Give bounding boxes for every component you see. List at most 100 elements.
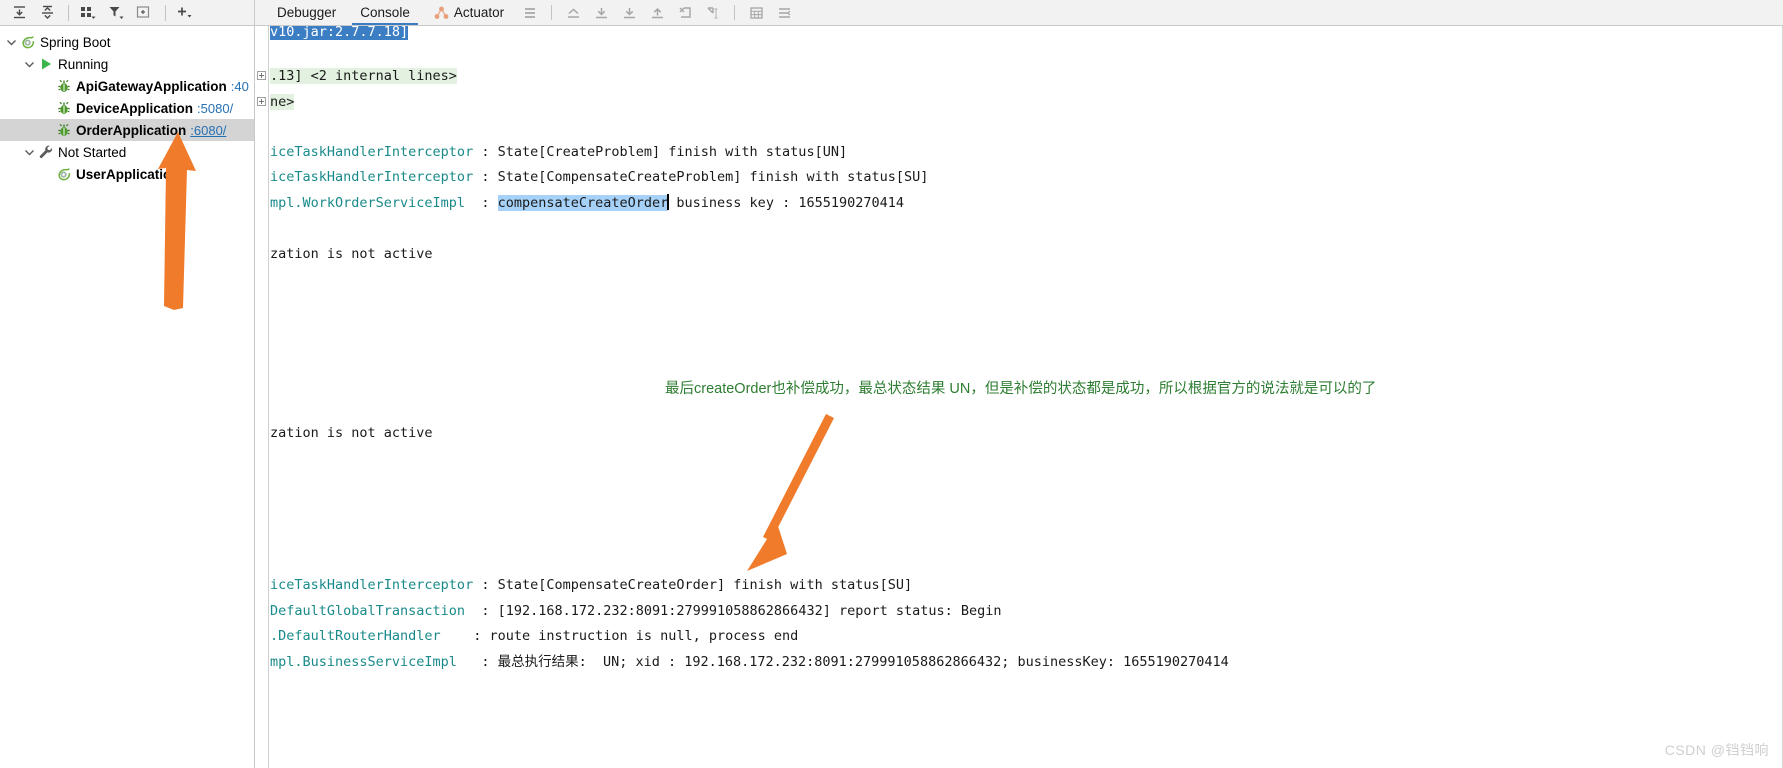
chevron-down-icon[interactable] — [4, 35, 19, 50]
console-line: v10.jar:2.7.7.18] — [270, 26, 409, 46]
step-into-icon[interactable] — [615, 0, 643, 25]
tree-item-spring-boot[interactable]: Spring Boot — [0, 31, 254, 53]
expand-all-icon[interactable] — [6, 2, 32, 24]
tree-item-label: DeviceApplication — [76, 100, 194, 116]
console-segment: mpl.BusinessServiceImpl — [270, 654, 457, 670]
console-segment: zation is not active — [270, 425, 433, 441]
services-panel: Spring Boot Running ApiGatewayApplication:… — [0, 0, 255, 768]
tree-item-userapplication[interactable]: UserApplication — [0, 163, 254, 185]
step-out-icon[interactable] — [559, 0, 587, 25]
spring-bean-icon — [55, 78, 73, 94]
tab-debugger-label: Debugger — [277, 5, 337, 20]
tree-item-orderapplication[interactable]: OrderApplication:6080/ — [0, 119, 254, 141]
spring-bean-icon — [55, 100, 73, 116]
console-line: iceTaskHandlerInterceptor : State[Compen… — [270, 573, 912, 599]
spring-bean-icon — [55, 122, 73, 138]
console-segment: : route instruction is null, process end — [440, 628, 799, 644]
console-line: zation is not active — [270, 242, 433, 268]
console-line: iceTaskHandlerInterceptor : State[Create… — [270, 140, 847, 166]
watermark: CSDN @铛铛响 — [1664, 742, 1769, 758]
console-segment: : [192.168.172.232:8091:2799910588628664… — [465, 603, 1002, 619]
console-segment: compensateCreateOrder — [497, 195, 669, 211]
console-segment: : State[CreateProblem] finish with statu… — [473, 144, 848, 160]
tab-debugger[interactable]: Debugger — [265, 0, 348, 25]
run-green-icon — [37, 56, 55, 72]
tab-console[interactable]: Console — [348, 0, 422, 25]
collapse-all-icon[interactable] — [34, 2, 60, 24]
console-line: ne> — [257, 90, 295, 116]
console-segment: v10.jar:2.7.7.18] — [270, 26, 409, 40]
run-to-cursor-icon[interactable] — [699, 0, 727, 25]
tree-item-label: Not Started — [58, 144, 127, 160]
console-segment: iceTaskHandlerInterceptor — [270, 169, 474, 185]
tree-item-apigatewayapplication[interactable]: ApiGatewayApplication :40 — [0, 75, 254, 97]
drop-frame-icon[interactable] — [671, 0, 699, 25]
console-segment: : State[CompensateCreateProblem] finish … — [473, 169, 929, 185]
tab-console-label: Console — [360, 5, 410, 20]
tree-item-not-started[interactable]: Not Started — [0, 141, 254, 163]
console-segment: iceTaskHandlerInterceptor — [270, 144, 474, 160]
console-segment: DefaultGlobalTransaction — [270, 603, 466, 619]
console-output[interactable]: v10.jar:2.7.7.18] .13] <2 internal lines>… — [255, 26, 1783, 768]
actuator-icon — [434, 5, 449, 20]
tree-item-port-link[interactable]: :6080/ — [190, 123, 226, 138]
console-segment: : — [465, 195, 498, 211]
chevron-down-icon[interactable] — [22, 145, 37, 160]
chevron-down-icon[interactable] — [22, 57, 37, 72]
force-step-into-icon[interactable] — [643, 0, 671, 25]
tree-item-label: UserApplication — [76, 166, 180, 182]
console-segment: zation is not active — [270, 246, 433, 262]
console-line: zation is not active — [270, 421, 433, 447]
tree-item-port-link[interactable]: :5080/ — [197, 101, 233, 116]
add-icon[interactable] — [172, 2, 198, 24]
console-segment: mpl.WorkOrderServiceImpl — [270, 195, 466, 211]
wrench-icon — [37, 144, 55, 160]
console-line: mpl.WorkOrderServiceImpl : compensateCre… — [270, 191, 904, 217]
annotation-text: 最后createOrder也补偿成功，最总状态结果 UN，但是补偿的状态都是成功… — [665, 381, 1377, 397]
tree-item-label: Spring Boot — [40, 34, 111, 50]
console-line: .DefaultRouterHandler : route instructio… — [270, 624, 798, 650]
console-line: iceTaskHandlerInterceptor : State[Compen… — [270, 165, 928, 191]
console-segment: .DefaultRouterHandler — [270, 628, 441, 644]
services-toolbar — [0, 0, 254, 26]
soft-wrap-icon[interactable] — [770, 0, 798, 25]
console-segment: business key : 1655190270414 — [668, 195, 904, 211]
tree-item-deviceapplication[interactable]: DeviceApplication:5080/ — [0, 97, 254, 119]
fold-expand-icon[interactable] — [257, 71, 266, 80]
console-gutter — [255, 26, 269, 768]
fold-expand-icon[interactable] — [257, 97, 266, 106]
toolbar-divider-4 — [734, 5, 736, 20]
console-line: DefaultGlobalTransaction : [192.168.172.… — [270, 599, 1002, 625]
toolbar-divider-2 — [165, 4, 166, 21]
tab-actuator-label: Actuator — [453, 5, 505, 20]
console-toolbar: Debugger Console Actuator — [255, 0, 1783, 26]
console-segment: ne> — [270, 94, 295, 110]
toolbar-divider — [68, 4, 69, 21]
tree-item-running[interactable]: Running — [0, 53, 254, 75]
toolbar-divider-3 — [551, 5, 553, 20]
filter-icon[interactable] — [103, 2, 129, 24]
tree-item-label: ApiGatewayApplication — [76, 78, 227, 94]
tree-item-label: Running — [58, 56, 109, 72]
group-by-icon[interactable] — [75, 2, 101, 24]
spring-boot-icon — [55, 166, 73, 182]
console-segment: : State[CompensateCreateOrder] finish wi… — [473, 577, 913, 593]
services-tree: Spring Boot Running ApiGatewayApplication:… — [0, 26, 254, 185]
tab-actuator[interactable]: Actuator — [422, 0, 516, 25]
add-frame-icon[interactable] — [131, 2, 157, 24]
spring-boot-icon — [19, 34, 37, 50]
tree-item-label: OrderApplication — [76, 122, 187, 138]
console-segment: iceTaskHandlerInterceptor — [270, 577, 474, 593]
main-panel: Debugger Console Actuator v10.jar:2.7.7.… — [255, 0, 1783, 768]
menu-lines-icon[interactable] — [516, 0, 544, 25]
step-over-icon[interactable] — [587, 0, 615, 25]
console-line: mpl.BusinessServiceImpl : 最总执行结果: UN; xi… — [270, 650, 1229, 676]
tree-item-port-link[interactable]: :40 — [231, 79, 249, 94]
console-line: .13] <2 internal lines> — [257, 64, 457, 90]
console-segment: .13] <2 internal lines> — [270, 68, 457, 84]
evaluate-table-icon[interactable] — [742, 0, 770, 25]
